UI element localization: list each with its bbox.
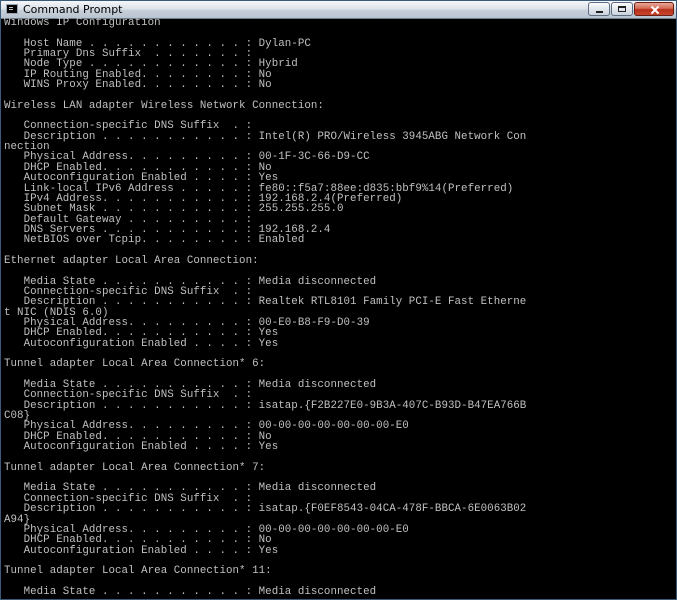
minimize-button[interactable] <box>588 2 610 16</box>
window-title: Command Prompt <box>23 3 123 16</box>
console-line: Media State . . . . . . . . . . . : Medi… <box>4 585 377 598</box>
console-line: Tunnel adapter Local Area Connection* 6: <box>4 358 266 371</box>
close-button[interactable] <box>634 2 674 16</box>
console-line: Autoconfiguration Enabled . . . . : Yes <box>4 337 279 350</box>
maximize-button[interactable] <box>611 2 633 16</box>
console-line: Description . . . . . . . . . . . : isat… <box>4 503 527 516</box>
window-controls <box>588 2 674 16</box>
console-line: Tunnel adapter Local Area Connection* 11… <box>4 565 272 578</box>
console-line: WINS Proxy Enabled. . . . . . . . : No <box>4 79 272 92</box>
console-line: Autoconfiguration Enabled . . . . : Yes <box>4 441 279 454</box>
console-line: Description . . . . . . . . . . . : isat… <box>4 399 527 412</box>
console-text: Windows IP Configuration Host Name . . .… <box>1 18 676 598</box>
title-bar[interactable]: Command Prompt <box>1 1 676 19</box>
cmd-icon[interactable] <box>6 4 18 14</box>
command-prompt-window: Command Prompt Windows IP Configuration … <box>0 0 677 600</box>
console-line: NetBIOS over Tcpip. . . . . . . . : Enab… <box>4 234 305 247</box>
console-line: Windows IP Configuration <box>4 18 161 29</box>
console-line: Description . . . . . . . . . . . : Inte… <box>4 130 527 143</box>
console-line: Tunnel adapter Local Area Connection* 7: <box>4 461 266 474</box>
console-line: Wireless LAN adapter Wireless Network Co… <box>4 99 324 112</box>
console-line: Autoconfiguration Enabled . . . . : Yes <box>4 544 279 557</box>
console-output[interactable]: Windows IP Configuration Host Name . . .… <box>1 18 676 599</box>
console-line: Ethernet adapter Local Area Connection: <box>4 254 259 267</box>
